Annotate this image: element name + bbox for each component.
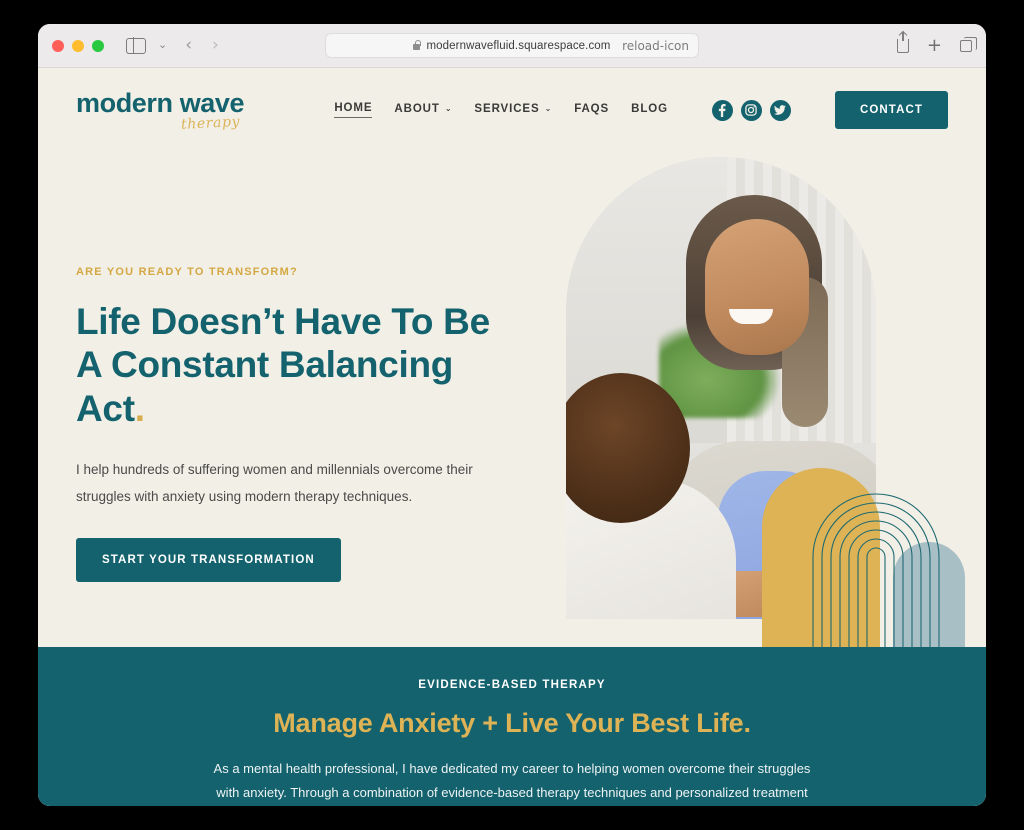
desktop-background: ⌄ ‹ › modernwavefluid.squarespace.com re… — [0, 0, 1024, 830]
facebook-icon[interactable] — [711, 99, 733, 121]
share-icon[interactable] — [896, 31, 909, 53]
url-text: modernwavefluid.squarespace.com — [426, 39, 611, 52]
chevron-down-icon[interactable]: ⌄ — [158, 40, 167, 51]
hero-title-accent-dot: . — [134, 387, 145, 429]
toolbar-actions: + — [896, 31, 977, 55]
nav-item-about[interactable]: ABOUT ⌄ — [394, 103, 452, 118]
lock-icon — [413, 39, 422, 50]
site-logo[interactable]: modern wave therapy — [76, 86, 245, 134]
band-title-text: Manage Anxiety + Live Your Best Life — [273, 708, 744, 738]
browser-window: ⌄ ‹ › modernwavefluid.squarespace.com re… — [38, 24, 986, 806]
forward-button[interactable]: › — [212, 37, 219, 54]
nav-label: SERVICES — [474, 102, 540, 115]
nav-item-home[interactable]: HOME — [334, 102, 373, 118]
band-title-accent-dot: . — [743, 708, 751, 738]
start-transformation-button[interactable]: START YOUR TRANSFORMATION — [76, 537, 341, 582]
hero-section: ARE YOU READY TO TRANSFORM? Life Doesn’t… — [38, 152, 986, 648]
nav-item-faqs[interactable]: FAQS — [574, 103, 609, 118]
logo-wordmark: modern wave — [76, 88, 245, 118]
chevron-down-icon: ⌄ — [544, 104, 553, 113]
tab-overview-icon[interactable] — [960, 36, 977, 52]
nav-item-blog[interactable]: BLOG — [631, 103, 668, 118]
close-window-button[interactable] — [52, 39, 64, 52]
address-bar[interactable]: modernwavefluid.squarespace.com reload-i… — [325, 33, 699, 58]
hero-eyebrow: ARE YOU READY TO TRANSFORM? — [76, 266, 298, 278]
twitter-icon[interactable] — [769, 99, 791, 121]
window-controls — [52, 39, 104, 52]
contact-button[interactable]: CONTACT — [834, 91, 948, 129]
chevron-down-icon: ⌄ — [444, 104, 453, 113]
hero-artwork — [556, 152, 986, 648]
hero-title-line-3: Act — [76, 387, 135, 429]
minimize-window-button[interactable] — [72, 39, 84, 52]
hero-body-text: I help hundreds of suffering women and m… — [76, 461, 473, 504]
hero-copy: ARE YOU READY TO TRANSFORM? Life Doesn’t… — [76, 266, 506, 582]
nav-item-services[interactable]: SERVICES ⌄ — [474, 103, 552, 118]
reload-icon[interactable]: reload-icon — [622, 40, 689, 52]
back-button[interactable]: ‹ — [185, 37, 192, 54]
sidebar-toggle-icon[interactable] — [126, 36, 146, 55]
decorative-line-arches — [812, 493, 940, 648]
band-eyebrow: EVIDENCE-BASED THERAPY — [418, 679, 606, 691]
evidence-based-therapy-section: EVIDENCE-BASED THERAPY Manage Anxiety + … — [38, 647, 986, 806]
site-header: modern wave therapy HOME ABOUT ⌄ SERVICE… — [38, 68, 986, 152]
browser-toolbar: ⌄ ‹ › modernwavefluid.squarespace.com re… — [38, 24, 986, 68]
nav-label: ABOUT — [394, 102, 440, 115]
primary-navigation: HOME ABOUT ⌄ SERVICES ⌄ FAQS BLOG CONTAC… — [334, 91, 948, 129]
social-links — [711, 99, 791, 121]
maximize-window-button[interactable] — [92, 39, 104, 52]
nav-label: FAQS — [574, 102, 610, 115]
hero-title-line-1: Life Doesn’t Have To Be — [76, 301, 490, 342]
photo-therapist-face — [705, 219, 809, 355]
new-tab-button[interactable]: + — [927, 36, 942, 55]
hero-title-line-2: A Constant Balancing — [76, 344, 454, 386]
nav-label: BLOG — [631, 102, 668, 115]
hero-title: Life Doesn’t Have To Be A Constant Balan… — [76, 300, 506, 430]
instagram-icon[interactable] — [740, 99, 762, 121]
nav-label: HOME — [334, 102, 373, 114]
band-title: Manage Anxiety + Live Your Best Life. — [38, 708, 986, 739]
webpage-viewport: modern wave therapy HOME ABOUT ⌄ SERVICE… — [38, 68, 986, 806]
band-body-text: As a mental health professional, I have … — [213, 761, 811, 801]
